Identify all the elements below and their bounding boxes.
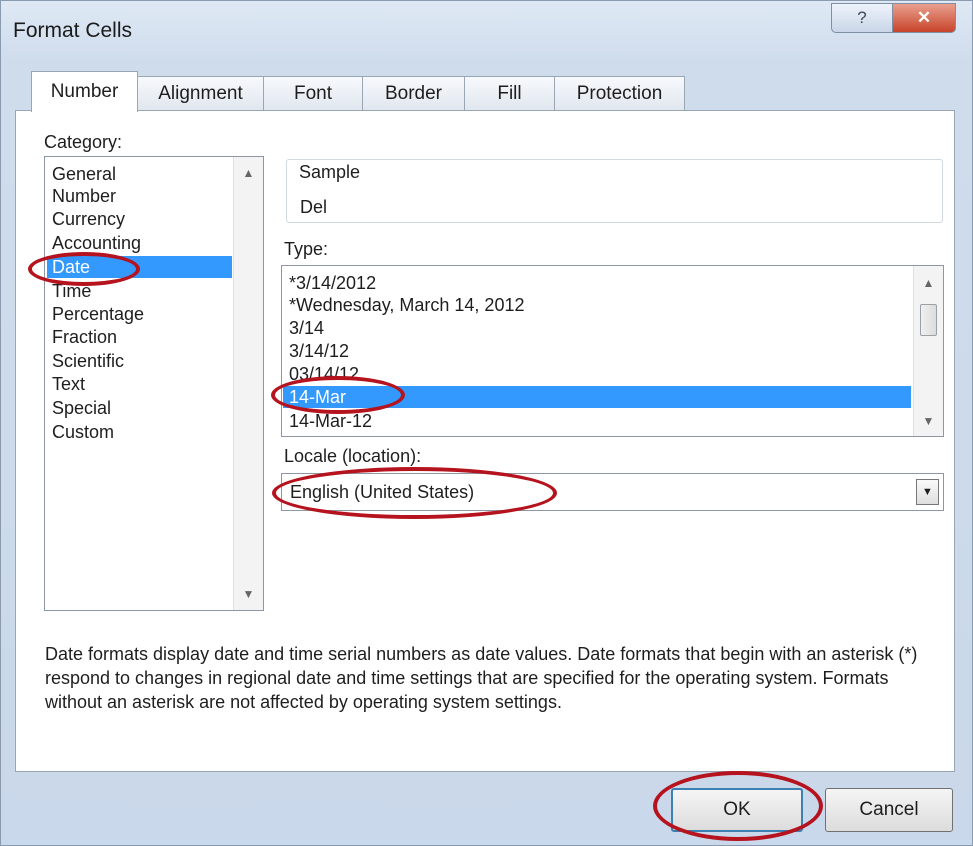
- tab-fill[interactable]: Fill: [464, 76, 555, 111]
- chevron-down-icon: ▼: [922, 486, 933, 498]
- tab-number-label: Number: [50, 81, 119, 102]
- category-item-general[interactable]: General: [52, 163, 232, 185]
- type-item[interactable]: 03/14/12: [289, 363, 909, 385]
- category-label: Category:: [44, 132, 123, 152]
- type-item[interactable]: 3/14/12: [289, 340, 909, 362]
- help-button[interactable]: ?: [831, 3, 893, 33]
- category-item-special[interactable]: Special: [52, 397, 232, 419]
- tab-fill-label: Fill: [497, 82, 522, 104]
- scroll-down-icon[interactable]: ▼: [234, 587, 263, 601]
- scroll-down-icon[interactable]: ▼: [914, 414, 943, 428]
- close-icon: ✕: [916, 8, 932, 27]
- category-item-number[interactable]: Number: [52, 185, 232, 207]
- category-item-date[interactable]: Date: [47, 256, 232, 278]
- format-cells-dialog: Format Cells ? ✕ Number Alignment Font B…: [0, 0, 973, 846]
- tab-border-label: Border: [384, 82, 443, 104]
- type-list[interactable]: *3/14/2012 *Wednesday, March 14, 2012 3/…: [281, 265, 944, 437]
- type-item[interactable]: *3/14/2012: [289, 272, 909, 294]
- tab-alignment[interactable]: Alignment: [137, 76, 264, 111]
- category-item-currency[interactable]: Currency: [52, 208, 232, 230]
- dropdown-arrow-button[interactable]: ▼: [916, 479, 939, 505]
- type-item-selected[interactable]: 14-Mar: [283, 386, 911, 408]
- type-scrollbar[interactable]: ▲ ▼: [913, 266, 943, 436]
- tab-font-label: Font: [293, 82, 333, 104]
- scroll-up-icon[interactable]: ▲: [914, 276, 943, 290]
- ok-button[interactable]: OK: [671, 788, 803, 832]
- locale-value: English (United States): [290, 482, 475, 502]
- category-item-custom[interactable]: Custom: [52, 421, 232, 443]
- category-item-percentage[interactable]: Percentage: [52, 303, 232, 325]
- scroll-thumb[interactable]: [920, 304, 937, 336]
- ok-button-label: OK: [723, 799, 751, 820]
- type-item[interactable]: *Wednesday, March 14, 2012: [289, 294, 909, 316]
- scroll-up-icon[interactable]: ▲: [234, 166, 263, 180]
- category-item-scientific[interactable]: Scientific: [52, 350, 232, 372]
- type-item[interactable]: 3/14: [289, 317, 909, 339]
- dialog-title: Format Cells: [13, 19, 133, 42]
- close-button[interactable]: ✕: [892, 3, 956, 33]
- category-item-accounting[interactable]: Accounting: [52, 232, 232, 254]
- type-item[interactable]: 14-Mar-12: [289, 410, 909, 432]
- category-item-text[interactable]: Text: [52, 373, 232, 395]
- tab-font[interactable]: Font: [263, 76, 363, 111]
- tab-protection[interactable]: Protection: [554, 76, 685, 111]
- sample-group: Sample Del: [286, 159, 943, 223]
- tab-number[interactable]: Number: [31, 71, 138, 112]
- sample-value: Del: [300, 197, 328, 217]
- tab-protection-label: Protection: [576, 82, 663, 104]
- sample-label: Sample: [299, 162, 361, 182]
- cancel-button-label: Cancel: [859, 799, 919, 820]
- category-scrollbar[interactable]: ▲ ▼: [233, 157, 263, 610]
- category-item-fraction[interactable]: Fraction: [52, 326, 232, 348]
- locale-label: Locale (location):: [284, 446, 422, 466]
- title-bar: Format Cells ? ✕: [1, 1, 972, 57]
- cancel-button[interactable]: Cancel: [825, 788, 953, 832]
- category-item-time[interactable]: Time: [52, 280, 232, 302]
- locale-dropdown[interactable]: English (United States) ▼: [281, 473, 944, 511]
- format-description: Date formats display date and time seria…: [45, 644, 918, 712]
- type-label: Type:: [284, 239, 329, 259]
- category-list[interactable]: General Number Currency Accounting Date …: [44, 156, 264, 611]
- tab-alignment-label: Alignment: [158, 82, 243, 104]
- tab-border[interactable]: Border: [362, 76, 465, 111]
- help-icon: ?: [857, 8, 867, 27]
